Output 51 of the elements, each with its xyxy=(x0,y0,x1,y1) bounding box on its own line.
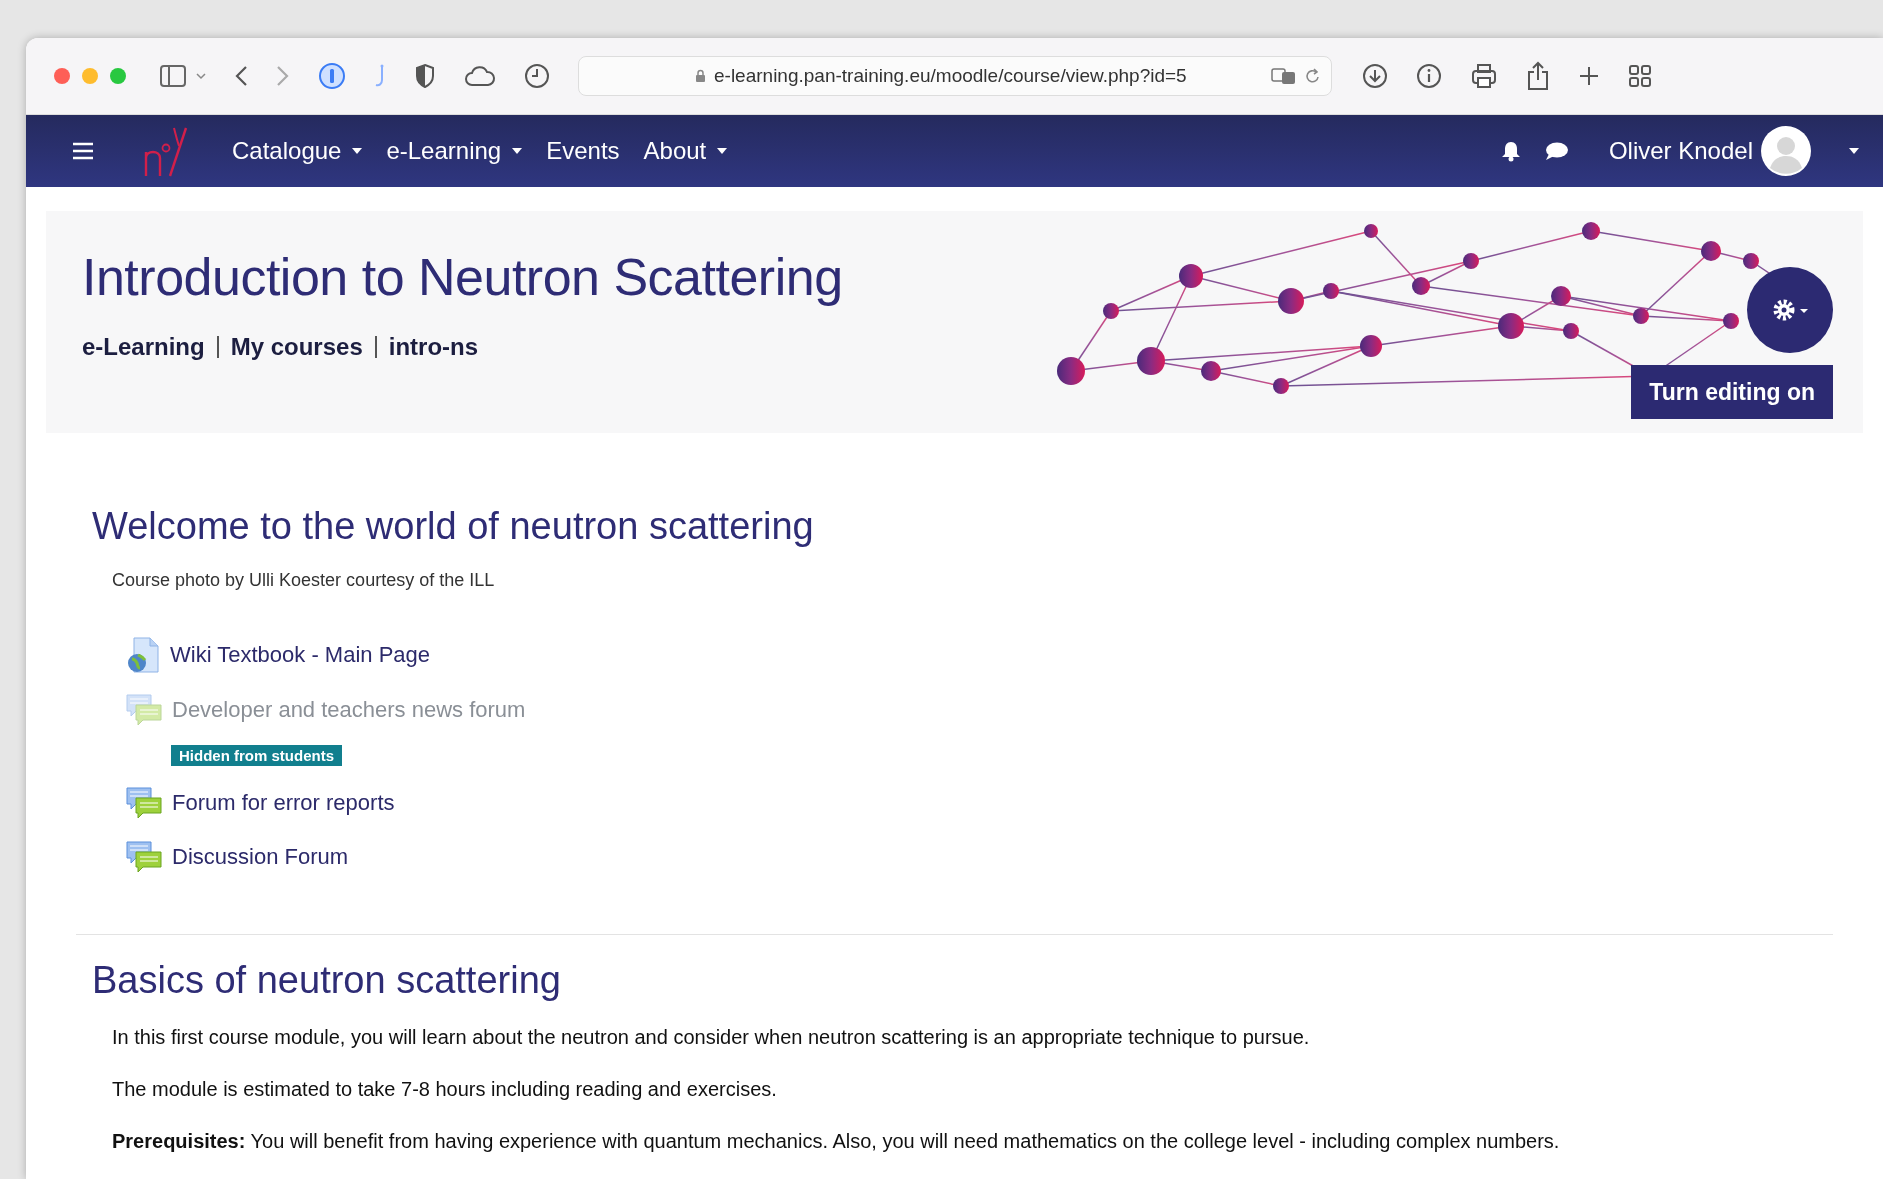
sidebar-icon[interactable] xyxy=(160,65,186,87)
translate-icon[interactable] xyxy=(1271,67,1297,85)
section-summary: In this first course module, you will learn about the neutron and consider when neutron scattering is an appropriate technique to pursue. xyxy=(111,1025,1311,1050)
nav-menu-item[interactable]: Events xyxy=(546,137,620,165)
breadcrumb-link[interactable]: intro-ns xyxy=(388,333,479,361)
activity-link[interactable]: Wiki Textbook - Main Page xyxy=(170,642,431,668)
address-bar[interactable]: e-learning.pan-training.eu/moodle/course/view.php?id=5 xyxy=(578,56,1332,96)
course-title: Introduction to Neutron Scattering xyxy=(82,247,843,307)
reload-icon[interactable] xyxy=(1305,67,1321,85)
activity-link[interactable]: Discussion Forum xyxy=(172,844,349,870)
nav-menu-item[interactable]: Catalogue xyxy=(232,137,363,165)
menu-icon[interactable] xyxy=(72,142,94,160)
lock-icon xyxy=(695,69,706,83)
activity-link[interactable]: Forum for error reports xyxy=(172,790,395,816)
shield-icon[interactable] xyxy=(414,63,436,89)
section-summary: The module is estimated to take 7-8 hours including reading and exercises. xyxy=(111,1077,778,1102)
chevron-down-icon[interactable] xyxy=(196,72,206,80)
user-name[interactable]: Oliver Knodel xyxy=(1608,137,1753,165)
caret-icon[interactable] xyxy=(1849,148,1859,154)
forum-icon xyxy=(126,786,162,820)
back-icon[interactable] xyxy=(234,65,248,87)
avatar-icon[interactable] xyxy=(1761,126,1811,176)
clock-icon[interactable] xyxy=(524,63,550,89)
breadcrumb-link[interactable]: My courses xyxy=(230,333,363,361)
cloud-icon[interactable] xyxy=(464,65,496,87)
caret-icon xyxy=(512,148,523,154)
turn-editing-on-button[interactable]: Turn editing on xyxy=(1631,365,1833,419)
section-summary: Prerequisites: You will benefit from having experience with quantum mechanics. Also, you will need mathematics on the college level - including complex numbers. xyxy=(111,1129,1561,1154)
section-summary: Course photo by Ulli Koester courtesy of the ILL xyxy=(111,570,496,591)
print-icon[interactable] xyxy=(1470,62,1498,90)
close-window-button[interactable] xyxy=(54,68,70,84)
password-manager-icon[interactable] xyxy=(318,62,346,90)
chat-bubble-icon[interactable] xyxy=(1544,141,1569,161)
caret-icon xyxy=(352,148,363,154)
url-text: e-learning.pan-training.eu/moodle/course/view.php?id=5 xyxy=(714,65,1187,87)
tab-overview-icon[interactable] xyxy=(1628,64,1652,88)
forum-icon xyxy=(126,693,162,727)
web-page-icon xyxy=(126,637,160,673)
breadcrumb-link[interactable]: e-Learning xyxy=(82,333,205,361)
new-tab-icon[interactable] xyxy=(1578,65,1600,87)
share-icon[interactable] xyxy=(1526,61,1550,91)
hidden-status-badge: Hidden from students xyxy=(171,745,342,766)
section-title: Basics of neutron scattering xyxy=(92,959,562,1002)
nav-menu-item[interactable]: e-Learning xyxy=(386,137,523,165)
forum-icon xyxy=(126,840,162,874)
download-icon[interactable] xyxy=(1362,63,1388,89)
info-icon[interactable] xyxy=(1416,63,1442,89)
nav-menu-item[interactable]: About xyxy=(643,137,728,165)
caret-icon xyxy=(717,148,728,154)
section-title: Welcome to the world of neutron scattering xyxy=(92,505,815,548)
bell-icon[interactable] xyxy=(1500,140,1521,162)
